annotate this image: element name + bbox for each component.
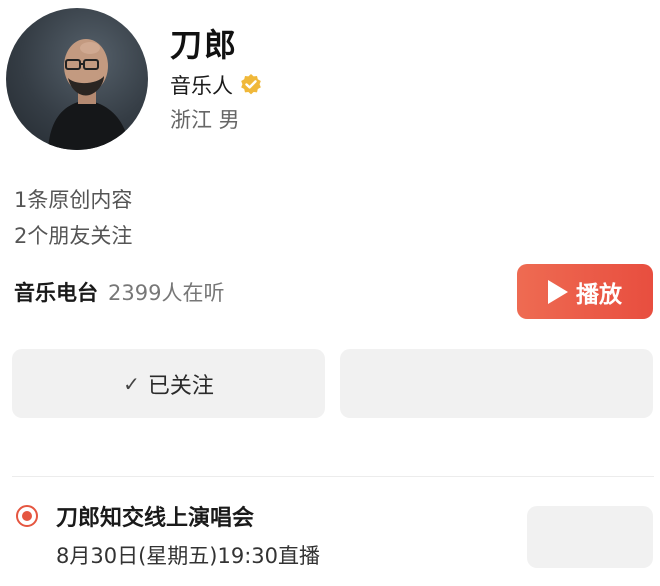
avatar[interactable] [6, 8, 148, 150]
profile-name: 刀郎 [170, 26, 239, 64]
section-divider [12, 476, 654, 477]
role-row: 音乐人 [170, 70, 263, 100]
live-event-time: 8月30日(星期五)19:30直播 [56, 544, 320, 568]
friends-following-count[interactable]: 2个朋友关注 [14, 220, 132, 250]
profile-role: 音乐人 [170, 74, 233, 98]
reserve-button[interactable] [527, 506, 653, 568]
verified-badge-icon [239, 73, 263, 97]
play-icon [548, 279, 568, 304]
followed-button[interactable]: ✓ 已关注 [12, 349, 325, 418]
followed-button-label: 已关注 [147, 373, 214, 399]
live-event-title[interactable]: 刀郎知交线上演唱会 [56, 500, 254, 532]
message-button[interactable] [340, 349, 653, 418]
check-icon: ✓ [123, 371, 140, 396]
radio-title: 音乐电台 [14, 281, 98, 305]
profile-location: 浙江 男 [170, 108, 240, 132]
music-radio-row: 音乐电台 2399人在听 [14, 276, 224, 308]
avatar-portrait [48, 39, 130, 150]
radio-listeners: 2399人在听 [108, 281, 225, 305]
play-button-label: 播放 [576, 281, 622, 308]
play-button[interactable]: 播放 [517, 264, 653, 319]
original-content-count[interactable]: 1条原创内容 [14, 184, 132, 214]
live-indicator-icon [16, 505, 38, 527]
